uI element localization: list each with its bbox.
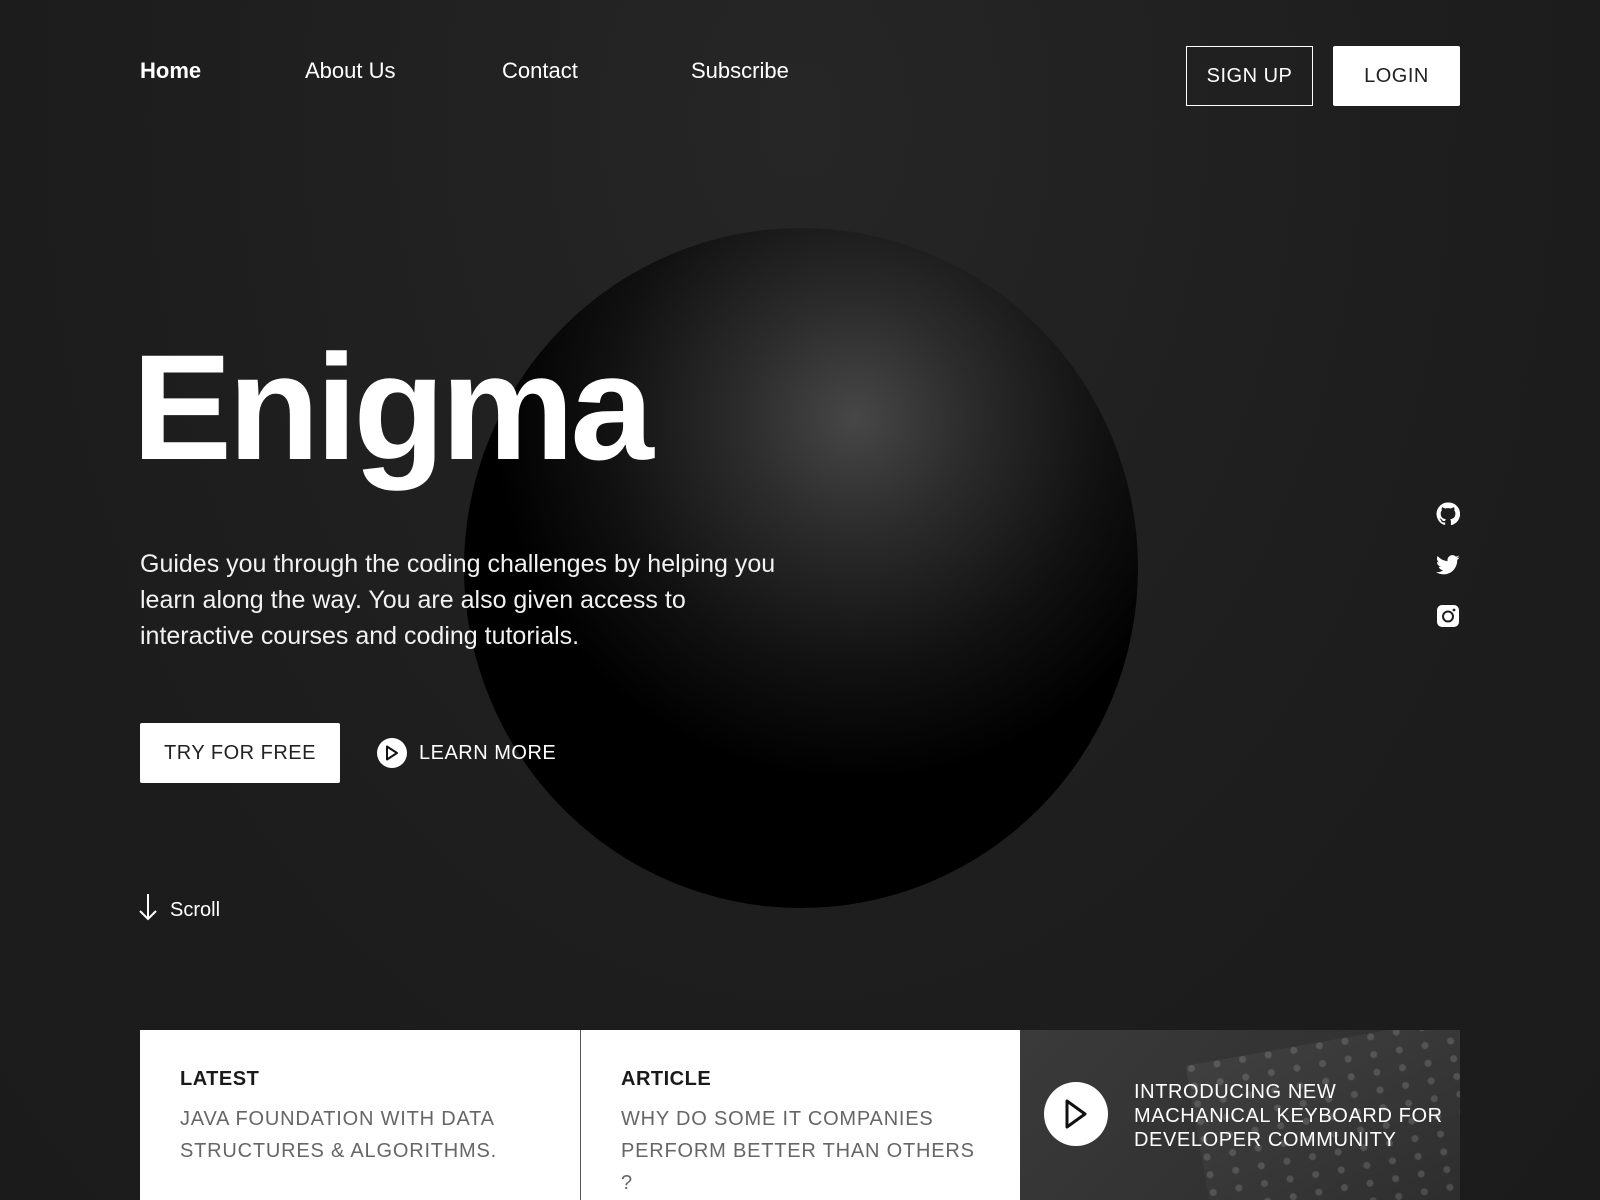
nav-home-link[interactable]: Home (140, 58, 305, 84)
arrow-down-icon (138, 892, 158, 928)
nav-about-link[interactable]: About Us (305, 58, 502, 84)
hero-description: Guides you through the coding challenges… (140, 550, 776, 650)
hero-title: Enigma (132, 323, 654, 491)
play-icon (1065, 1099, 1087, 1129)
page: Home About Us Contact Subscribe SIGN UP … (0, 0, 1600, 1200)
video-play-button[interactable] (1044, 1082, 1108, 1146)
instagram-icon[interactable] (1436, 604, 1460, 628)
learn-more-button[interactable]: LEARN MORE (377, 738, 556, 768)
scroll-indicator[interactable]: Scroll (138, 892, 220, 928)
card-text: WHY DO SOME IT COMPANIES PERFORM BETTER … (621, 1108, 975, 1194)
learn-more-label: LEARN MORE (419, 741, 557, 764)
hero-cta-row: TRY FOR FREE LEARN MORE (140, 723, 556, 783)
card-text: JAVA FOUNDATION WITH DATA STRUCTURES & A… (180, 1108, 498, 1162)
nav-subscribe-link[interactable]: Subscribe (691, 58, 851, 84)
nav-contact-link[interactable]: Contact (502, 58, 691, 84)
video-title: INTRODUCING NEW MACHANICAL KEYBOARD FOR … (1134, 1081, 1443, 1151)
main-nav: Home About Us Contact Subscribe (140, 58, 851, 84)
github-icon[interactable] (1436, 502, 1460, 526)
auth-buttons: SIGN UP LOGIN (1186, 46, 1460, 106)
card-tag: LATEST (180, 1068, 260, 1090)
video-card[interactable]: INTRODUCING NEW MACHANICAL KEYBOARD FOR … (1020, 1030, 1460, 1200)
social-links (1436, 502, 1460, 628)
play-icon (377, 738, 407, 768)
twitter-icon[interactable] (1436, 554, 1460, 576)
signup-button[interactable]: SIGN UP (1186, 46, 1313, 106)
try-for-free-button[interactable]: TRY FOR FREE (140, 723, 340, 783)
latest-card[interactable]: LATEST JAVA FOUNDATION WITH DATA STRUCTU… (140, 1030, 580, 1200)
scroll-label: Scroll (170, 898, 221, 921)
login-button[interactable]: LOGIN (1333, 46, 1460, 106)
card-tag: ARTICLE (621, 1068, 712, 1090)
article-card[interactable]: ARTICLE WHY DO SOME IT COMPANIES PERFORM… (580, 1030, 1020, 1200)
feature-cards: LATEST JAVA FOUNDATION WITH DATA STRUCTU… (140, 1030, 1460, 1200)
